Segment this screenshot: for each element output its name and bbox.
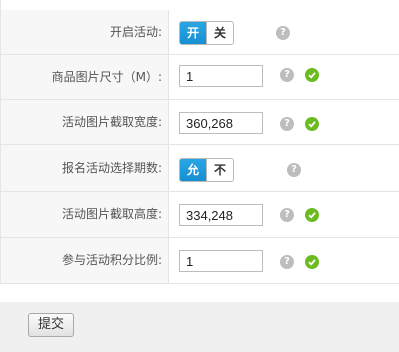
row-points-ratio: 参与活动积分比例: 1 ?	[1, 238, 399, 284]
row-crop-height: 活动图片截取高度: 334,248 ?	[1, 192, 399, 238]
label-image-size: 商品图片尺寸（M）:	[1, 55, 169, 99]
row-enable-activity: 开启活动: 开启 关闭 ?	[1, 10, 399, 55]
label-enable-activity: 开启活动:	[1, 10, 169, 54]
label-points-ratio: 参与活动积分比例:	[1, 238, 169, 283]
toggle-option-allow[interactable]: 允许	[180, 159, 207, 181]
check-circle-icon	[305, 68, 319, 82]
label-allow-period: 报名活动选择期数:	[1, 145, 169, 191]
check-circle-icon	[305, 208, 319, 222]
toggle-option-on[interactable]: 开启	[180, 22, 207, 44]
question-circle-icon[interactable]: ?	[276, 26, 290, 40]
check-circle-icon	[305, 117, 319, 131]
toggle-option-off[interactable]: 关闭	[206, 22, 233, 44]
image-size-input[interactable]: 1	[179, 65, 263, 87]
row-image-size: 商品图片尺寸（M）: 1 ?	[1, 55, 399, 100]
label-crop-width: 活动图片截取宽度:	[1, 100, 169, 144]
points-ratio-input[interactable]: 1	[179, 250, 263, 272]
label-crop-height: 活动图片截取高度:	[1, 192, 169, 237]
submit-button[interactable]: 提交	[28, 313, 74, 337]
allow-period-toggle: 允许 不允许	[179, 158, 235, 182]
form-footer: 提交	[0, 302, 399, 352]
toggle-option-disallow[interactable]: 不允许	[206, 159, 233, 181]
question-circle-icon[interactable]: ?	[280, 255, 294, 269]
crop-width-input[interactable]: 360,268	[179, 112, 263, 134]
enable-activity-toggle: 开启 关闭	[179, 21, 235, 45]
settings-form: 开启活动: 开启 关闭 ? 商品图片尺寸（M）: 1 ? 活动图片截取宽度: 3…	[0, 0, 399, 284]
question-circle-icon[interactable]: ?	[287, 163, 301, 177]
question-circle-icon[interactable]: ?	[280, 117, 294, 131]
question-circle-icon[interactable]: ?	[280, 208, 294, 222]
check-circle-icon	[305, 255, 319, 269]
row-crop-width: 活动图片截取宽度: 360,268 ?	[1, 100, 399, 145]
crop-height-input[interactable]: 334,248	[179, 204, 263, 226]
question-circle-icon[interactable]: ?	[280, 68, 294, 82]
row-allow-period: 报名活动选择期数: 允许 不允许 ?	[1, 145, 399, 192]
